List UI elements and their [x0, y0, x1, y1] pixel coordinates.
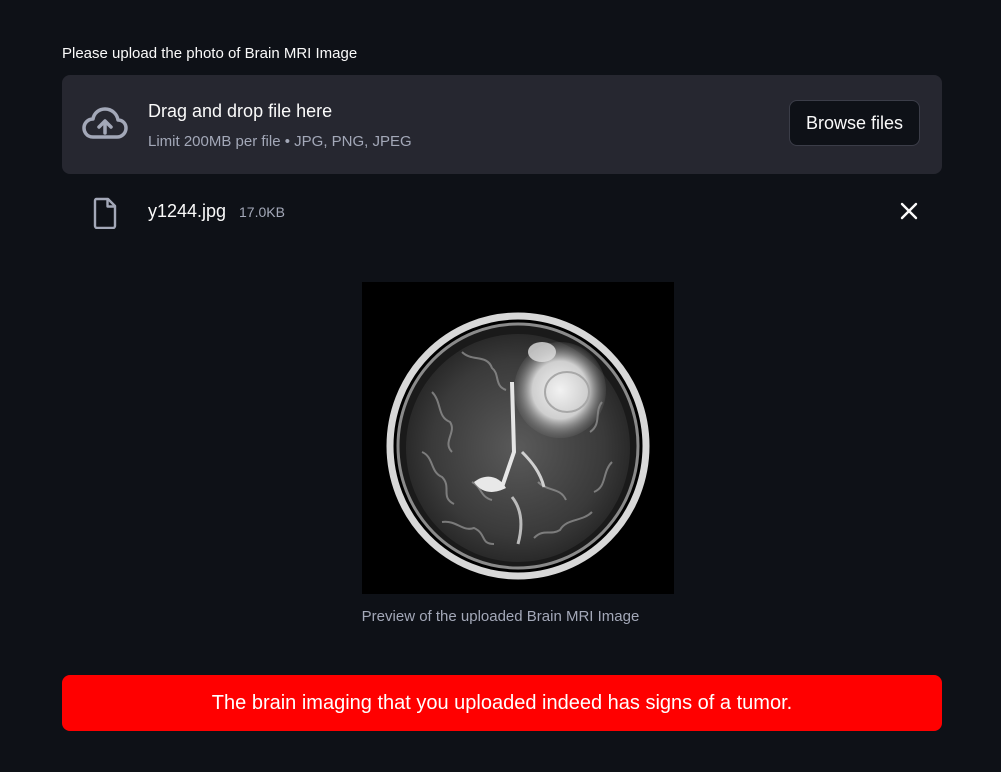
file-size: 17.0KB	[239, 204, 285, 220]
dropzone-title: Drag and drop file here	[148, 101, 333, 121]
file-dropzone[interactable]: Drag and drop file here Limit 200MB per …	[62, 75, 942, 174]
file-name: y1244.jpg	[148, 201, 227, 221]
close-icon[interactable]	[898, 200, 920, 222]
brain-mri-graphic	[362, 282, 674, 594]
uploader-label: Please upload the photo of Brain MRI Ima…	[62, 45, 358, 62]
preview-caption: Preview of the uploaded Brain MRI Image	[361, 608, 640, 625]
mri-preview-image	[362, 282, 674, 594]
file-icon	[93, 197, 117, 229]
browse-files-button[interactable]: Browse files	[789, 100, 920, 146]
app-main: Please upload the photo of Brain MRI Ima…	[0, 0, 1001, 772]
tumor-result-alert: The brain imaging that you uploaded inde…	[62, 675, 942, 731]
uploaded-file-row: y1244.jpg 17.0KB	[62, 186, 942, 238]
cloud-upload-icon	[82, 107, 128, 139]
dropzone-limit-text: Limit 200MB per file • JPG, PNG, JPEG	[148, 133, 412, 150]
